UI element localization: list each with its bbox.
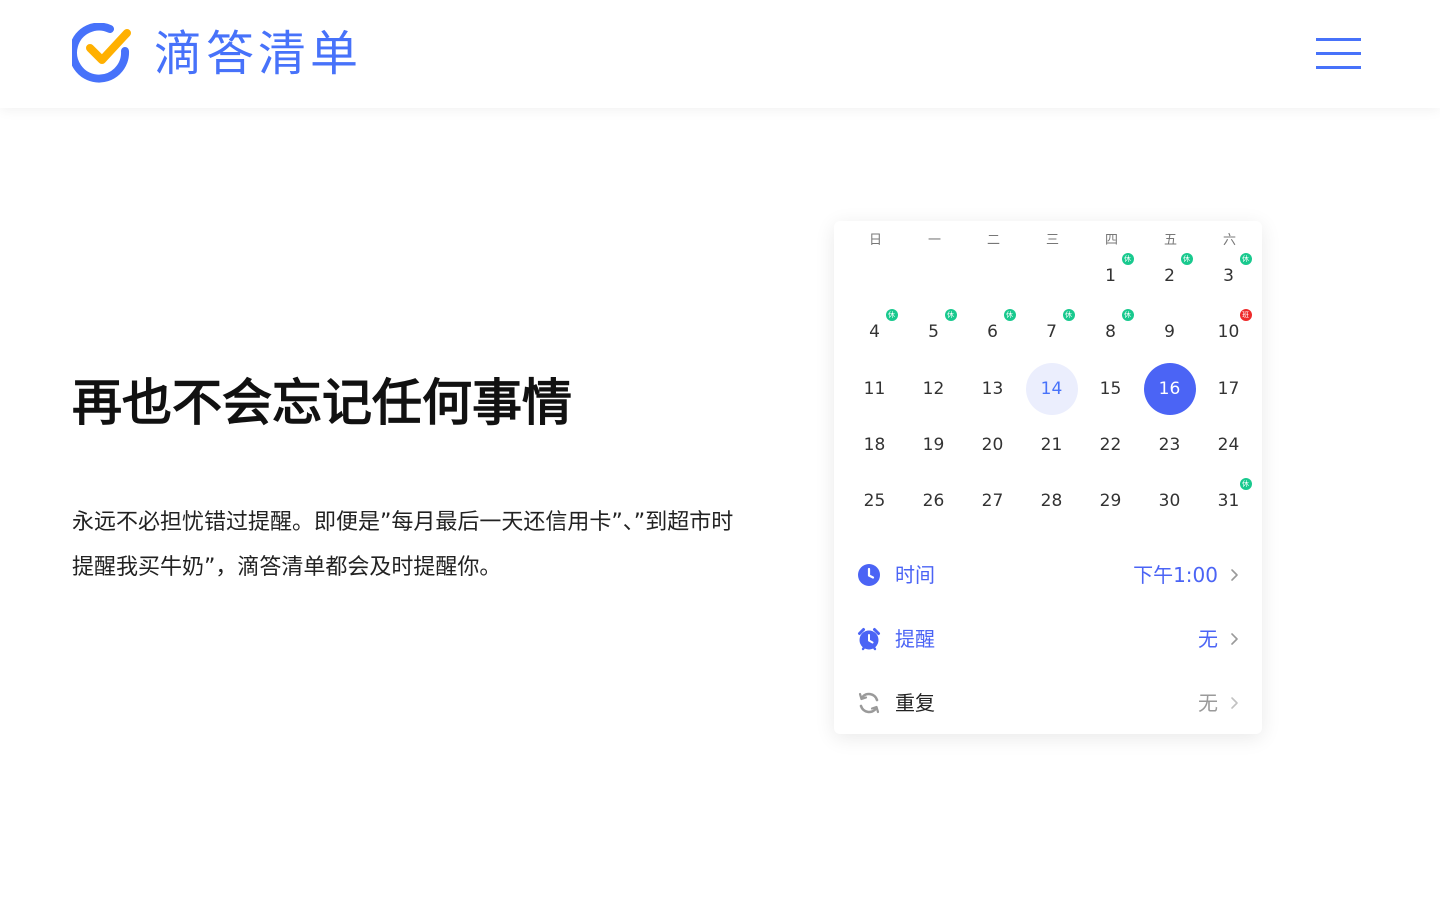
reminder-setting-row[interactable]: 提醒 无 [834, 615, 1262, 663]
calendar-day[interactable]: 30 [1144, 475, 1196, 527]
weekday-label: 五 [1163, 233, 1177, 248]
calendar-day[interactable]: 26 [908, 475, 960, 527]
time-setting-row[interactable]: 时间 下午1:00 [834, 551, 1262, 599]
time-value: 下午1:00 [1133, 563, 1218, 587]
holiday-badge: 休 [944, 309, 957, 322]
calendar-day[interactable]: 29 [1085, 475, 1137, 527]
repeat-icon [858, 692, 880, 714]
holiday-badge: 休 [1239, 478, 1252, 491]
calendar-day[interactable]: 17 [1203, 363, 1255, 415]
chevron-right-icon [1231, 569, 1238, 581]
calendar-day[interactable]: 19 [908, 419, 960, 471]
repeat-label: 重复 [895, 691, 935, 715]
calendar-day[interactable]: 13 [967, 363, 1019, 415]
weekday-label: 三 [1045, 233, 1059, 248]
calendar-day[interactable]: 9 [1144, 306, 1196, 358]
calendar-day[interactable]: 15 [1085, 363, 1137, 415]
holiday-badge: 休 [1239, 253, 1252, 265]
holiday-badge: 休 [1062, 309, 1075, 322]
holiday-badge: 休 [1180, 253, 1193, 265]
reminder-value: 无 [1198, 627, 1218, 651]
calendar-day[interactable]: 21 [1026, 419, 1078, 471]
clock-icon [858, 564, 880, 586]
weekday-header: 日 一 二 三 四 五 六 [846, 229, 1259, 251]
weekday-label: 二 [986, 233, 1000, 248]
hero-description: 永远不必担忧错过提醒。即便是”每月最后一天还信用卡”、”到超市时提醒我买牛奶”，… [72, 510, 734, 580]
brand-name: 滴答清单 [154, 26, 363, 82]
time-label: 时间 [895, 563, 935, 587]
calendar-day[interactable]: 18 [849, 419, 901, 471]
calendar-day[interactable]: 22 [1085, 419, 1137, 471]
calendar-day[interactable]: 16 [1143, 362, 1196, 415]
weekday-label: 日 [868, 233, 882, 248]
chevron-right-icon [1231, 633, 1238, 645]
calendar-card: 日 一 二 三 四 五 六 1 休 2 休 3 休 4 休 5 休 6 休 7 休 8 休 9 10 班 11 12 13… [834, 221, 1262, 734]
workday-badge: 班 [1239, 309, 1252, 322]
repeat-setting-row[interactable]: 重复 无 [834, 679, 1262, 727]
calendar-day[interactable]: 12 [908, 363, 960, 415]
alarm-clock-icon [858, 628, 880, 651]
calendar-day[interactable]: 11 [849, 363, 901, 415]
check-circle-logo-icon [72, 23, 131, 83]
calendar-day[interactable]: 27 [967, 475, 1019, 527]
hamburger-menu-icon[interactable] [1316, 38, 1361, 70]
weekday-label: 六 [1222, 233, 1236, 248]
calendar-day[interactable]: 14 [1025, 362, 1078, 415]
weekday-label: 四 [1104, 233, 1118, 248]
calendar-day[interactable]: 25 [849, 475, 901, 527]
calendar-day[interactable]: 20 [967, 419, 1019, 471]
holiday-badge: 休 [1003, 309, 1016, 322]
chevron-right-icon [1231, 697, 1238, 709]
weekday-label: 一 [927, 233, 941, 248]
hero-headline: 再也不会忘记任何事情 [72, 374, 572, 432]
repeat-value: 无 [1198, 691, 1218, 715]
site-header: 滴答清单 [0, 0, 1440, 108]
holiday-badge: 休 [885, 309, 898, 322]
holiday-badge: 休 [1121, 253, 1134, 265]
calendar-day[interactable]: 24 [1203, 419, 1255, 471]
holiday-badge: 休 [1121, 309, 1134, 322]
brand-logo[interactable]: 滴答清单 [72, 22, 362, 86]
reminder-label: 提醒 [895, 627, 935, 651]
calendar-day[interactable]: 23 [1144, 419, 1196, 471]
calendar-day[interactable]: 28 [1026, 475, 1078, 527]
